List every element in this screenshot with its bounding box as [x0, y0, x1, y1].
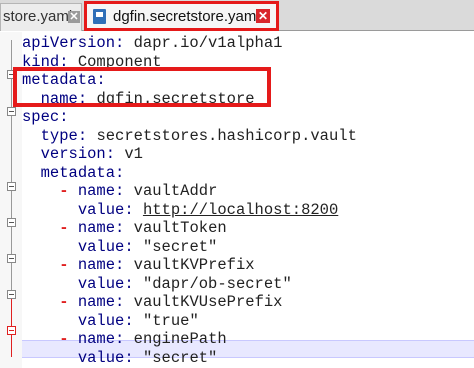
fold-line: [11, 116, 12, 182]
yaml-value: vaultToken: [133, 219, 227, 237]
yaml-value: enginePath: [133, 330, 227, 348]
code-line[interactable]: spec:: [22, 108, 69, 126]
yaml-key: value: [77, 311, 125, 330]
fold-line: [11, 191, 12, 218]
fold-toggle-icon[interactable]: [7, 326, 16, 335]
code-line[interactable]: type: secretstores.hashicorp.vault: [22, 127, 357, 145]
yaml-key: name: [77, 256, 116, 274]
yaml-value: secretstores.hashicorp.vault: [96, 126, 357, 145]
list-dash: -: [59, 256, 78, 274]
yaml-separator: :: [59, 108, 69, 126]
yaml-key: name: [77, 330, 116, 348]
yaml-separator: :: [124, 200, 143, 219]
close-icon[interactable]: ✕: [256, 9, 270, 23]
fold-line: [11, 335, 12, 357]
yaml-separator: :: [77, 126, 97, 145]
yaml-key: name: [77, 293, 116, 311]
yaml-separator: :: [115, 34, 134, 52]
fold-toggle-icon[interactable]: [7, 182, 16, 191]
yaml-value: dapr.io/v1alpha1: [133, 34, 283, 52]
yaml-separator: :: [124, 311, 143, 330]
yaml-separator: :: [124, 274, 143, 293]
tab-dgfin-secretstore-yaml[interactable]: dgfin.secretstore.yaml ✕: [84, 1, 279, 31]
yaml-separator: :: [115, 219, 134, 237]
yaml-value: "secret": [142, 237, 218, 256]
yaml-key: value: [77, 200, 125, 219]
fold-toggle-icon[interactable]: [7, 254, 16, 263]
code-line[interactable]: version: v1: [22, 145, 143, 163]
code-line[interactable]: - name: vaultToken: [22, 219, 227, 237]
code-line[interactable]: value: "true": [22, 312, 199, 330]
fold-line: [11, 40, 12, 70]
yaml-value: vaultKVUsePrefix: [133, 293, 283, 311]
fold-toggle-icon[interactable]: [7, 290, 16, 299]
yaml-key: name: [77, 219, 116, 237]
tab-label: store.yaml: [3, 8, 73, 25]
code-line[interactable]: - name: vaultKVPrefix: [22, 256, 255, 274]
save-file-icon: [93, 9, 106, 24]
yaml-separator: :: [115, 182, 134, 200]
yaml-value: "true": [142, 311, 199, 330]
yaml-value: v1: [124, 145, 143, 163]
yaml-key: value: [77, 274, 125, 293]
metadata-highlight-box: [13, 67, 271, 107]
yaml-separator: :: [115, 163, 125, 182]
tab-label: dgfin.secretstore.yaml: [113, 8, 260, 25]
yaml-value: "dapr/ob-secret": [142, 274, 292, 293]
code-line[interactable]: metadata:: [22, 163, 125, 182]
yaml-separator: :: [115, 293, 134, 311]
fold-toggle-icon[interactable]: [7, 218, 16, 227]
code-line[interactable]: value: http://localhost:8200: [22, 201, 338, 219]
yaml-separator: :: [115, 330, 134, 348]
yaml-value: vaultAddr: [133, 182, 218, 200]
yaml-separator: :: [124, 348, 143, 367]
list-dash: -: [59, 330, 78, 348]
tab-bar: store.yaml ✕ dgfin.secretstore.yaml ✕: [0, 0, 474, 31]
yaml-key: version: [40, 145, 106, 163]
yaml-key: spec: [22, 108, 60, 126]
yaml-key: name: [77, 182, 116, 200]
yaml-separator: :: [115, 256, 134, 274]
yaml-key: apiVersion: [22, 34, 116, 52]
yaml-key: metadata: [40, 163, 116, 182]
code-line[interactable]: - name: vaultKVUsePrefix: [22, 293, 282, 311]
code-line[interactable]: apiVersion: dapr.io/v1alpha1: [22, 34, 282, 52]
fold-line: [11, 79, 12, 107]
yaml-key: value: [77, 348, 125, 367]
list-dash: -: [59, 182, 78, 200]
yaml-value: "secret": [142, 348, 218, 367]
yaml-separator: :: [124, 237, 143, 256]
close-icon[interactable]: ✕: [68, 11, 80, 23]
fold-line: [11, 227, 12, 254]
yaml-value-link[interactable]: http://localhost:8200: [143, 201, 338, 219]
fold-line: [11, 263, 12, 290]
yaml-key: value: [77, 237, 125, 256]
code-line[interactable]: value: "dapr/ob-secret": [22, 275, 292, 293]
fold-line: [11, 299, 12, 326]
yaml-value: vaultKVPrefix: [133, 256, 255, 274]
code-line[interactable]: value: "secret": [22, 237, 218, 256]
list-dash: -: [59, 219, 78, 237]
code-line[interactable]: - name: vaultAddr: [22, 182, 217, 200]
tab-store-yaml[interactable]: store.yaml ✕: [0, 3, 82, 31]
fold-toggle-icon[interactable]: [7, 107, 16, 116]
yaml-separator: :: [105, 145, 125, 163]
yaml-key: type: [40, 126, 78, 145]
list-dash: -: [59, 293, 78, 311]
code-line[interactable]: value: "secret": [22, 348, 218, 367]
code-line[interactable]: - name: enginePath: [22, 330, 227, 348]
